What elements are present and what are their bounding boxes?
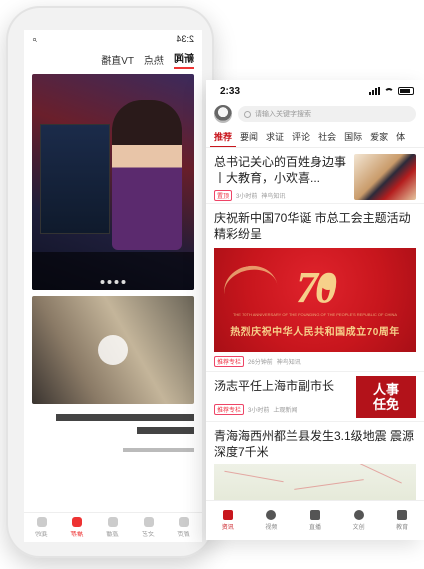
news-item[interactable]: 汤志平任上海市副市长 推荐专栏 3小时前 上观新闻 人事 任免 [206,372,424,422]
back-article-meta [122,448,194,452]
anniversary-banner: 70 THE 70TH ANNIVERSARY OF THE FOUNDING … [214,248,416,352]
back-bottom-nav: 首页 文艺 直播 推荐 我的 [24,512,202,542]
news-time: 3小时前 [236,194,258,200]
system-indicators [369,87,414,95]
news-item[interactable]: 青海海西州都兰县发生3.1级地震 震源深度7千米 [206,422,424,509]
nav-live[interactable]: 直播 [309,510,321,531]
banner-slogan: 热烈庆祝中华人民共和国成立70周年 [230,327,400,338]
back-hero-caption [32,252,194,290]
nav-creative[interactable]: 文创 [353,510,365,531]
back-nav-home[interactable]: 首页 [178,517,190,538]
back-video-thumb[interactable] [32,296,194,404]
news-tag: 推荐专栏 [214,404,245,415]
back-nav-mine[interactable]: 我的 [36,517,48,538]
back-article-title [32,414,194,444]
tab-headlines[interactable]: 要闻 [236,126,262,147]
news-thumbnail: 人事 任免 [356,376,416,418]
back-studio-screen [40,124,110,234]
news-source: 神鸟知讯 [261,194,286,200]
tab-comment[interactable]: 评论 [288,126,314,147]
back-tab-news[interactable]: 新闻 [174,49,194,69]
back-tab-bar: 新闻 热点 TV直播 [24,48,202,70]
back-play-icon[interactable] [98,335,128,365]
tab-recommend[interactable]: 推荐 [210,126,237,147]
wifi-icon [384,87,394,95]
ribbon-decoration [219,260,283,320]
creative-icon [353,510,364,520]
tab-home[interactable]: 爱家 [366,126,392,147]
back-presenter-figure [112,100,182,250]
national-emblem-icon [320,274,336,290]
tab-society[interactable]: 社会 [314,126,340,147]
back-carousel-dots [100,280,126,284]
news-icon [222,510,233,520]
back-tab-tv[interactable]: TV直播 [101,52,134,67]
map-thumbnail [214,464,416,504]
back-status-bar: 2:34 ⌕ [24,30,202,48]
news-item[interactable]: 总书记关心的百姓身边事丨大教育，小欢喜... 置顶 3小时前 神鸟知讯 [206,148,424,204]
bottom-nav: 资讯 视频 直播 文创 教育 [206,500,424,540]
news-source: 神鸟知讯 [276,360,301,366]
signal-icon [369,87,380,95]
news-title: 总书记关心的百姓身边事丨大教育，小欢喜... [214,155,347,185]
back-phone: 2:34 ⌕ 新闻 热点 TV直播 首页 文艺 直播 推荐 我的 [6,6,214,558]
status-bar: 2:33 [206,80,424,102]
tab-verify[interactable]: 求证 [262,126,288,147]
nav-education[interactable]: 教育 [396,510,408,531]
back-status-time: 2:34 [176,34,194,44]
live-icon [309,510,320,520]
app-showcase: 2:34 ⌕ 新闻 热点 TV直播 首页 文艺 直播 推荐 我的 2:33 请输… [0,0,424,569]
news-source: 上观新闻 [273,408,298,414]
back-mine-icon [36,517,47,527]
battery-icon [398,87,414,95]
nav-video[interactable]: 视频 [265,510,277,531]
news-thumbnail [354,154,416,200]
category-tabs: 推荐 要闻 求证 评论 社会 国际 爱家 体 [206,126,424,148]
news-time: 3小时前 [248,408,270,414]
thumb-text-line1: 人事 [372,382,399,397]
search-row: 请输入关键字搜索 [206,102,424,126]
back-recommend-icon [72,517,83,527]
search-placeholder: 请输入关键字搜索 [255,111,311,118]
news-title: 汤志平任上海市副市长 [214,379,335,393]
status-time: 2:33 [220,85,241,97]
nav-news[interactable]: 资讯 [222,510,234,531]
news-title: 庆祝新中国70华诞 市总工会主题活动精彩纷呈 [214,211,411,241]
back-art-icon [143,517,154,527]
back-tab-hot[interactable]: 热点 [144,52,164,67]
news-meta: 推荐专栏 26分钟前 神鸟知讯 [214,356,416,367]
back-hero-image[interactable] [32,74,194,290]
education-icon [397,510,408,520]
news-tag: 推荐专栏 [214,356,245,367]
news-item[interactable]: 庆祝新中国70华诞 市总工会主题活动精彩纷呈 70 THE 70TH ANNIV… [206,204,424,372]
search-input[interactable]: 请输入关键字搜索 [238,106,416,122]
tab-sports[interactable]: 体 [392,126,409,147]
front-phone-screen: 2:33 请输入关键字搜索 推荐 要闻 求证 评论 社会 国际 爱家 体 总书记… [206,80,424,540]
back-search-icon[interactable]: ⌕ [32,34,37,45]
back-nav-recommend[interactable]: 推荐 [71,517,83,538]
video-icon [266,510,277,520]
thumb-text-line2: 任免 [372,397,399,412]
news-time: 26分钟前 [248,360,273,366]
news-title: 青海海西州都兰县发生3.1级地震 震源深度7千米 [214,429,415,459]
back-nav-live[interactable]: 直播 [107,517,119,538]
banner-subtitle: THE 70TH ANNIVERSARY OF THE FOUNDING OF … [232,312,398,317]
back-nav-art[interactable]: 文艺 [143,517,155,538]
back-home-icon [179,517,190,527]
news-tag: 置顶 [214,190,233,201]
search-icon [244,110,251,118]
tab-international[interactable]: 国际 [340,126,366,147]
back-live-icon [108,517,119,527]
back-phone-screen: 2:34 ⌕ 新闻 热点 TV直播 首页 文艺 直播 推荐 我的 [24,30,202,542]
avatar[interactable] [214,105,232,123]
